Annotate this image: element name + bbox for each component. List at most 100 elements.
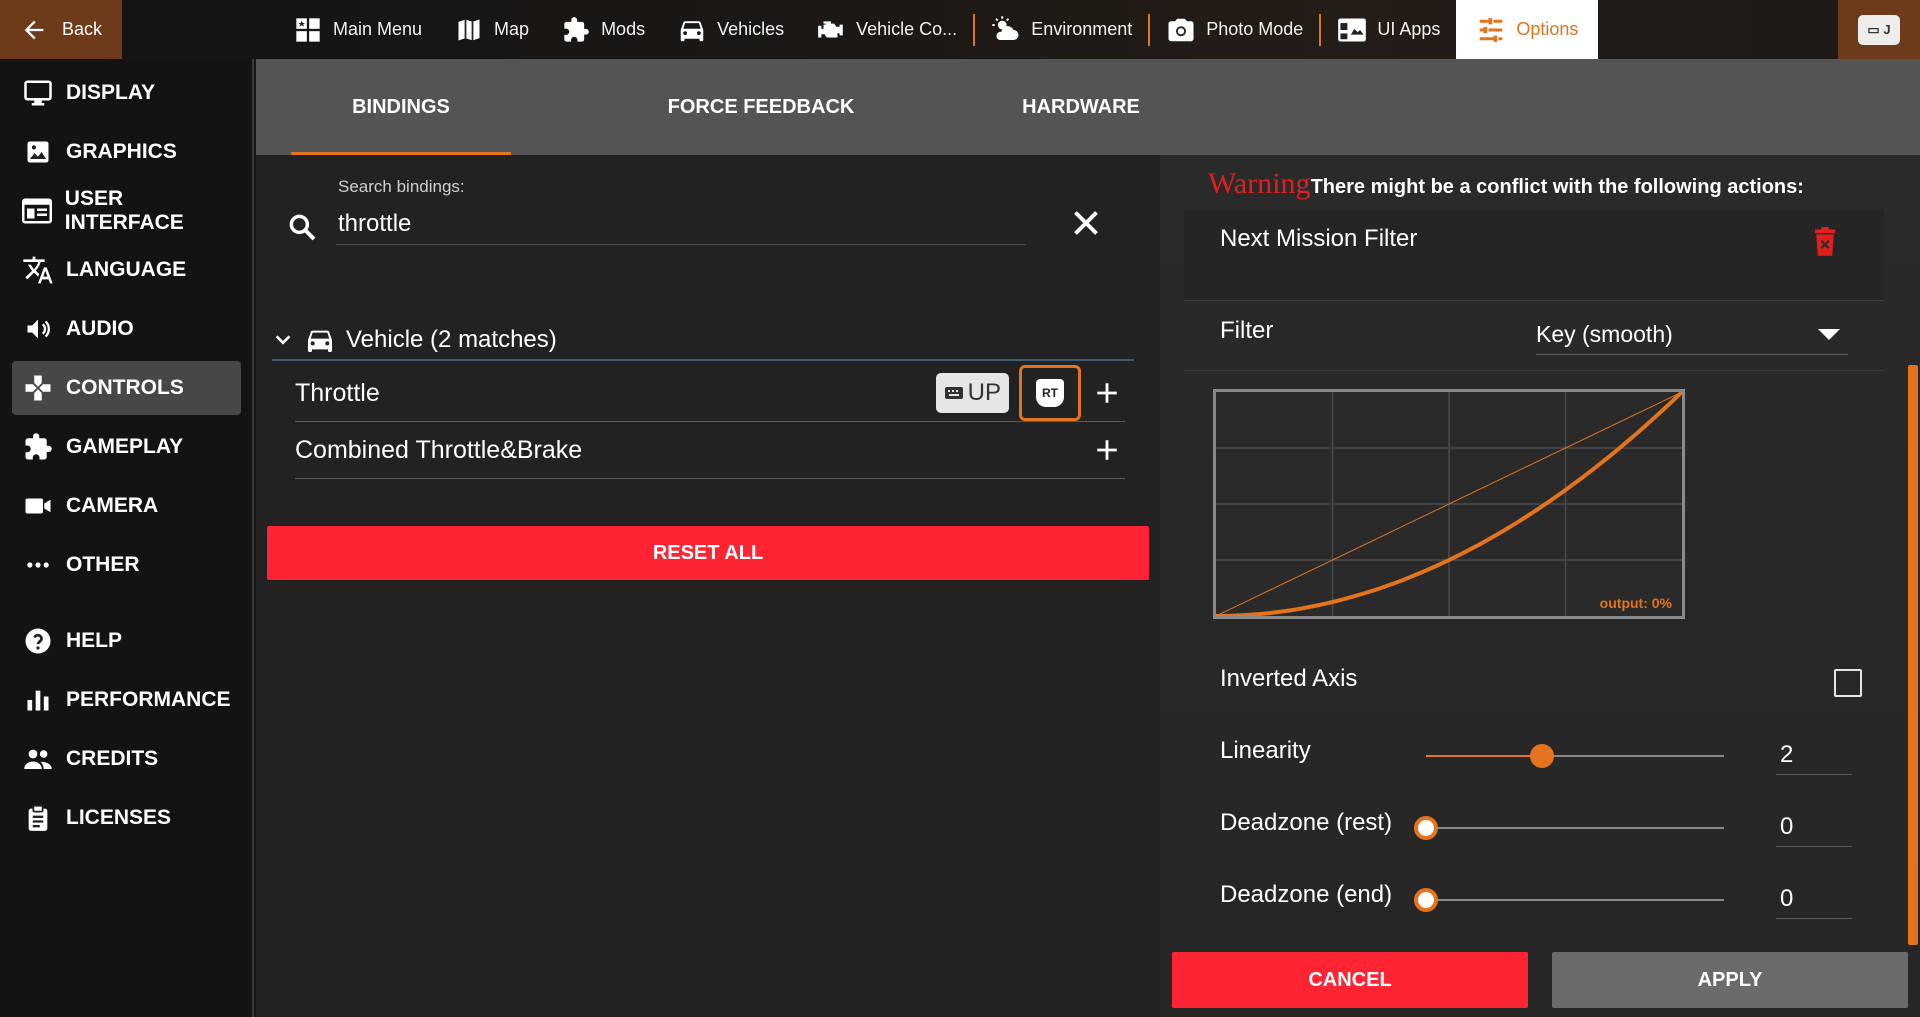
sidebar-item-audio[interactable]: AUDIO: [12, 302, 241, 356]
ui-apps-icon: [1337, 15, 1367, 45]
apply-button[interactable]: APPLY: [1552, 952, 1908, 1008]
reset-all-label: RESET ALL: [652, 541, 764, 564]
tab-hardware[interactable]: HARDWARE: [936, 59, 1226, 155]
linearity-value-field[interactable]: 2: [1776, 735, 1852, 775]
sidebar-item-display[interactable]: DISPLAY: [12, 66, 241, 120]
top-tab-label: Options: [1516, 19, 1579, 39]
top-tab-options[interactable]: Options: [1456, 0, 1599, 59]
top-tab-photo-mode[interactable]: Photo Mode: [1150, 0, 1319, 59]
top-tab-vehicle-config[interactable]: Vehicle Co...: [800, 0, 973, 59]
sidebar-item-label: AUDIO: [66, 317, 134, 340]
binding-editor-panel: Warning There might be a conflict with t…: [1160, 155, 1920, 1017]
tab-label: BINDINGS: [352, 95, 450, 118]
keyboard-icon: [944, 387, 963, 399]
bindings-panel: Search bindings: Vehicle (2 matches) Thr…: [256, 155, 1160, 1017]
keyboard-key-icon: ▭ J: [1858, 14, 1900, 45]
linearity-row: Linearity 2: [1184, 717, 1884, 789]
content-tabs: BINDINGS FORCE FEEDBACK HARDWARE: [256, 59, 1920, 155]
map-icon: [454, 15, 484, 45]
binding-name: Throttle: [295, 378, 380, 407]
search-input[interactable]: [336, 203, 1026, 245]
sidebar-item-label: CONTROLS: [66, 376, 184, 399]
sidebar-item-credits[interactable]: CREDITS: [12, 732, 241, 786]
deadzone-rest-value-field[interactable]: 0: [1776, 807, 1852, 847]
binding-row-combined-throttle-brake[interactable]: Combined Throttle&Brake: [295, 422, 1125, 479]
help-icon: [22, 625, 54, 657]
speaker-icon: [22, 313, 54, 345]
apply-label: APPLY: [1697, 968, 1763, 991]
more-icon: [22, 549, 54, 581]
tab-force-feedback[interactable]: FORCE FEEDBACK: [586, 59, 936, 155]
sidebar-item-label: GRAPHICS: [66, 140, 177, 163]
sidebar-item-gameplay[interactable]: GAMEPLAY: [12, 420, 241, 474]
sidebar-item-performance[interactable]: PERFORMANCE: [12, 673, 241, 727]
back-button[interactable]: Back: [0, 0, 122, 59]
engine-icon: [816, 15, 846, 45]
tab-label: FORCE FEEDBACK: [667, 95, 855, 118]
keyboard-toggle-button[interactable]: ▭ J: [1838, 0, 1920, 59]
gamepad-binding-chip[interactable]: RT: [1019, 365, 1081, 421]
cancel-label: CANCEL: [1308, 968, 1392, 991]
plus-icon: [1097, 383, 1117, 403]
sidebar-item-user-interface[interactable]: USER INTERFACE: [12, 184, 241, 238]
sidebar-item-label: GAMEPLAY: [66, 435, 184, 458]
top-tab-main-menu[interactable]: Main Menu: [277, 0, 438, 59]
top-tab-label: UI Apps: [1377, 19, 1441, 39]
deadzone-end-label: Deadzone (end): [1220, 881, 1393, 908]
sidebar-item-graphics[interactable]: GRAPHICS: [12, 125, 241, 179]
deadzone-end-slider[interactable]: [1414, 888, 1724, 912]
reset-all-button[interactable]: RESET ALL: [267, 526, 1149, 580]
inverted-axis-label: Inverted Axis: [1220, 665, 1358, 692]
linearity-slider-thumb[interactable]: [1530, 744, 1555, 768]
top-tab-ui-apps[interactable]: UI Apps: [1321, 0, 1456, 59]
monitor-icon: [22, 77, 54, 109]
cancel-button[interactable]: CANCEL: [1172, 952, 1528, 1008]
deadzone-rest-row: Deadzone (rest) 0: [1184, 789, 1884, 861]
sidebar-item-camera[interactable]: CAMERA: [12, 479, 241, 533]
warning-text: There might be a conflict with the follo…: [1310, 176, 1804, 198]
linearity-value: 2: [1780, 740, 1794, 768]
binding-group-header[interactable]: Vehicle (2 matches): [272, 321, 1134, 361]
sliders-icon: [1476, 15, 1506, 45]
top-bar: Back Main Menu Map Mods Vehicles Vehicle…: [0, 0, 1920, 59]
keyboard-binding-chip[interactable]: UP: [935, 373, 1009, 413]
dropdown-arrow-icon: [1818, 329, 1840, 340]
add-binding-button[interactable]: [1089, 432, 1125, 468]
deadzone-rest-label: Deadzone (rest): [1220, 809, 1393, 836]
tab-bindings[interactable]: BINDINGS: [291, 59, 511, 155]
top-tab-environment[interactable]: Environment: [975, 0, 1148, 59]
image-icon: [22, 136, 54, 168]
bar-chart-icon: [22, 684, 54, 716]
weather-icon: [991, 15, 1021, 45]
top-tab-map[interactable]: Map: [438, 0, 545, 59]
inverted-axis-checkbox[interactable]: [1834, 669, 1862, 697]
editor-scrollbar[interactable]: [1908, 365, 1918, 945]
deadzone-end-slider-thumb[interactable]: [1414, 888, 1438, 912]
top-tab-mods[interactable]: Mods: [545, 0, 661, 59]
deadzone-rest-slider[interactable]: [1414, 816, 1724, 840]
car-icon: [677, 15, 707, 45]
sidebar-item-help[interactable]: HELP: [12, 614, 241, 668]
linearity-slider[interactable]: [1426, 744, 1724, 768]
binding-row-throttle[interactable]: Throttle UP RT: [295, 365, 1125, 422]
top-tab-label: Environment: [1031, 19, 1133, 39]
curve-output-label: output: 0%: [1600, 595, 1673, 611]
gamepad-binding-label: RT: [1042, 386, 1058, 400]
sidebar-item-language[interactable]: LANGUAGE: [12, 243, 241, 297]
sidebar-item-label: CAMERA: [66, 494, 159, 517]
tab-label: HARDWARE: [1022, 95, 1140, 118]
binding-group-label: Vehicle (2 matches): [346, 326, 557, 353]
sidebar-item-licenses[interactable]: LICENSES: [12, 791, 241, 845]
arrow-left-icon: [24, 20, 44, 39]
close-icon[interactable]: [1068, 205, 1104, 241]
add-binding-button[interactable]: [1089, 375, 1125, 411]
deadzone-end-value-field[interactable]: 0: [1776, 879, 1852, 919]
conflict-warning: Warning There might be a conflict with t…: [1208, 167, 1804, 201]
filter-dropdown[interactable]: Key (smooth): [1536, 315, 1848, 355]
top-tab-vehicles[interactable]: Vehicles: [661, 0, 800, 59]
sidebar-item-label: CREDITS: [66, 747, 159, 770]
delete-icon[interactable]: [1812, 227, 1838, 257]
sidebar-item-controls[interactable]: CONTROLS: [12, 361, 241, 415]
deadzone-rest-slider-thumb[interactable]: [1414, 816, 1438, 840]
sidebar-item-other[interactable]: OTHER: [12, 538, 241, 592]
